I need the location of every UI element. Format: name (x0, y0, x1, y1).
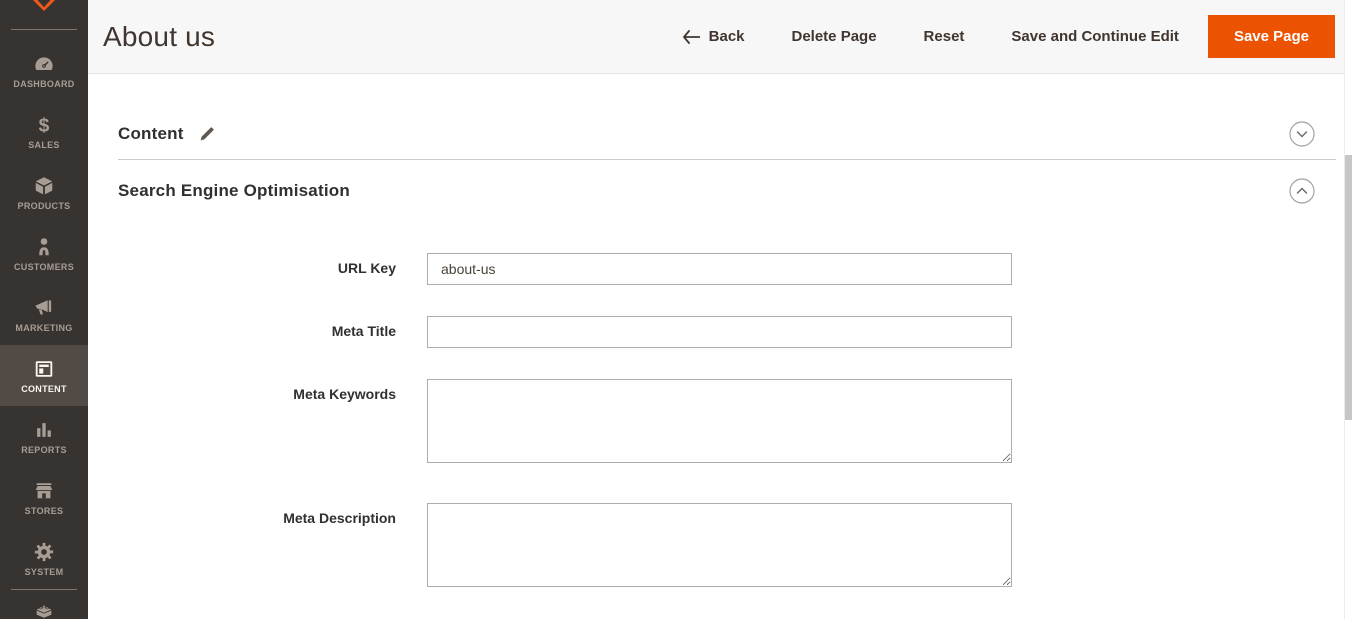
admin-sidebar: DASHBOARD $ SALES PRODUCTS CUSTOMERS MAR… (0, 0, 88, 619)
sidebar-menu: DASHBOARD $ SALES PRODUCTS CUSTOMERS MAR… (0, 30, 88, 589)
back-arrow-icon (682, 29, 700, 44)
sidebar-item-label: REPORTS (21, 444, 67, 455)
page-title: About us (103, 20, 216, 52)
chevron-up-icon[interactable] (1289, 178, 1315, 204)
sidebar-item-sales[interactable]: $ SALES (0, 101, 88, 162)
svg-text:$: $ (39, 115, 50, 136)
meta-title-row: Meta Title (118, 316, 1336, 348)
sidebar-item-dashboard[interactable]: DASHBOARD (0, 40, 88, 101)
meta-keywords-row: Meta Keywords (118, 379, 1336, 468)
marketing-icon (35, 299, 52, 314)
sidebar-item-customers[interactable]: CUSTOMERS (0, 223, 88, 284)
products-icon (35, 176, 53, 194)
sidebar-item-label: CUSTOMERS (13, 261, 75, 272)
reset-button[interactable]: Reset (924, 28, 965, 45)
sidebar-item-label: CONTENT (21, 383, 67, 394)
save-and-continue-button[interactable]: Save and Continue Edit (1011, 28, 1179, 45)
system-icon (34, 542, 54, 561)
chevron-down-icon[interactable] (1289, 120, 1315, 147)
url-key-label: URL Key (337, 260, 396, 276)
sidebar-item-label: MARKETING (15, 322, 73, 333)
content-section-title[interactable]: Content (118, 124, 184, 144)
sidebar-item-label: PRODUCTS (17, 200, 71, 211)
sidebar-item-label: SALES (28, 139, 60, 150)
sidebar-item-extensions[interactable] (0, 590, 88, 619)
content-icon (35, 360, 53, 377)
sidebar-item-content[interactable]: CONTENT (0, 345, 88, 406)
sidebar-item-stores[interactable]: STORES (0, 467, 88, 528)
sidebar-item-marketing[interactable]: MARKETING (0, 284, 88, 345)
url-key-row: URL Key (118, 253, 1336, 285)
back-button[interactable]: Back (682, 28, 745, 45)
page-content: Content Search Engine Optimisation URL K… (88, 108, 1352, 619)
sidebar-item-system[interactable]: SYSTEM (0, 528, 88, 589)
seo-section: Search Engine Optimisation URL Key about… (118, 160, 1336, 619)
meta-description-textarea[interactable] (427, 503, 1012, 587)
magento-logo[interactable] (0, 0, 88, 29)
seo-section-title[interactable]: Search Engine Optimisation (118, 181, 350, 201)
meta-keywords-label: Meta Keywords (293, 386, 396, 402)
back-button-label: Back (708, 28, 745, 45)
sidebar-item-label: SYSTEM (24, 566, 64, 577)
delete-page-button[interactable]: Delete Page (792, 28, 877, 45)
main-area: About us Back Delete Page Reset Save and… (88, 0, 1352, 619)
sidebar-item-reports[interactable]: REPORTS (0, 406, 88, 467)
meta-description-label: Meta Description (283, 510, 396, 526)
meta-keywords-textarea[interactable] (427, 379, 1012, 463)
customers-icon (39, 237, 49, 255)
sales-icon: $ (39, 115, 50, 136)
meta-title-input[interactable] (427, 316, 1012, 348)
content-section-header[interactable]: Content (118, 108, 1336, 160)
content-section: Content (118, 108, 1336, 160)
sidebar-item-label: DASHBOARD (13, 78, 75, 89)
seo-section-header[interactable]: Search Engine Optimisation (118, 160, 1336, 222)
save-page-button[interactable]: Save Page (1207, 15, 1335, 58)
url-key-input[interactable] (427, 253, 1012, 285)
seo-form: URL Key Meta Title Meta (118, 253, 1336, 592)
extensions-lego-icon (36, 605, 52, 618)
page-actions: Back Delete Page Reset Save and Continue… (682, 15, 1335, 58)
magento-admin-page: DASHBOARD $ SALES PRODUCTS CUSTOMERS MAR… (0, 0, 1352, 619)
magento-logo-icon (33, 0, 55, 11)
scrollbar-thumb[interactable] (1345, 155, 1352, 420)
dashboard-icon (35, 56, 53, 70)
scrollbar[interactable] (1344, 0, 1352, 619)
meta-description-row: Meta Description (118, 503, 1336, 592)
sidebar-item-products[interactable]: PRODUCTS (0, 162, 88, 223)
edit-pencil-icon[interactable] (199, 126, 215, 142)
stores-icon (35, 482, 53, 498)
meta-title-label: Meta Title (331, 323, 396, 339)
sidebar-item-label: STORES (24, 505, 64, 516)
reports-icon (37, 422, 51, 437)
page-header: About us Back Delete Page Reset Save and… (88, 0, 1352, 74)
